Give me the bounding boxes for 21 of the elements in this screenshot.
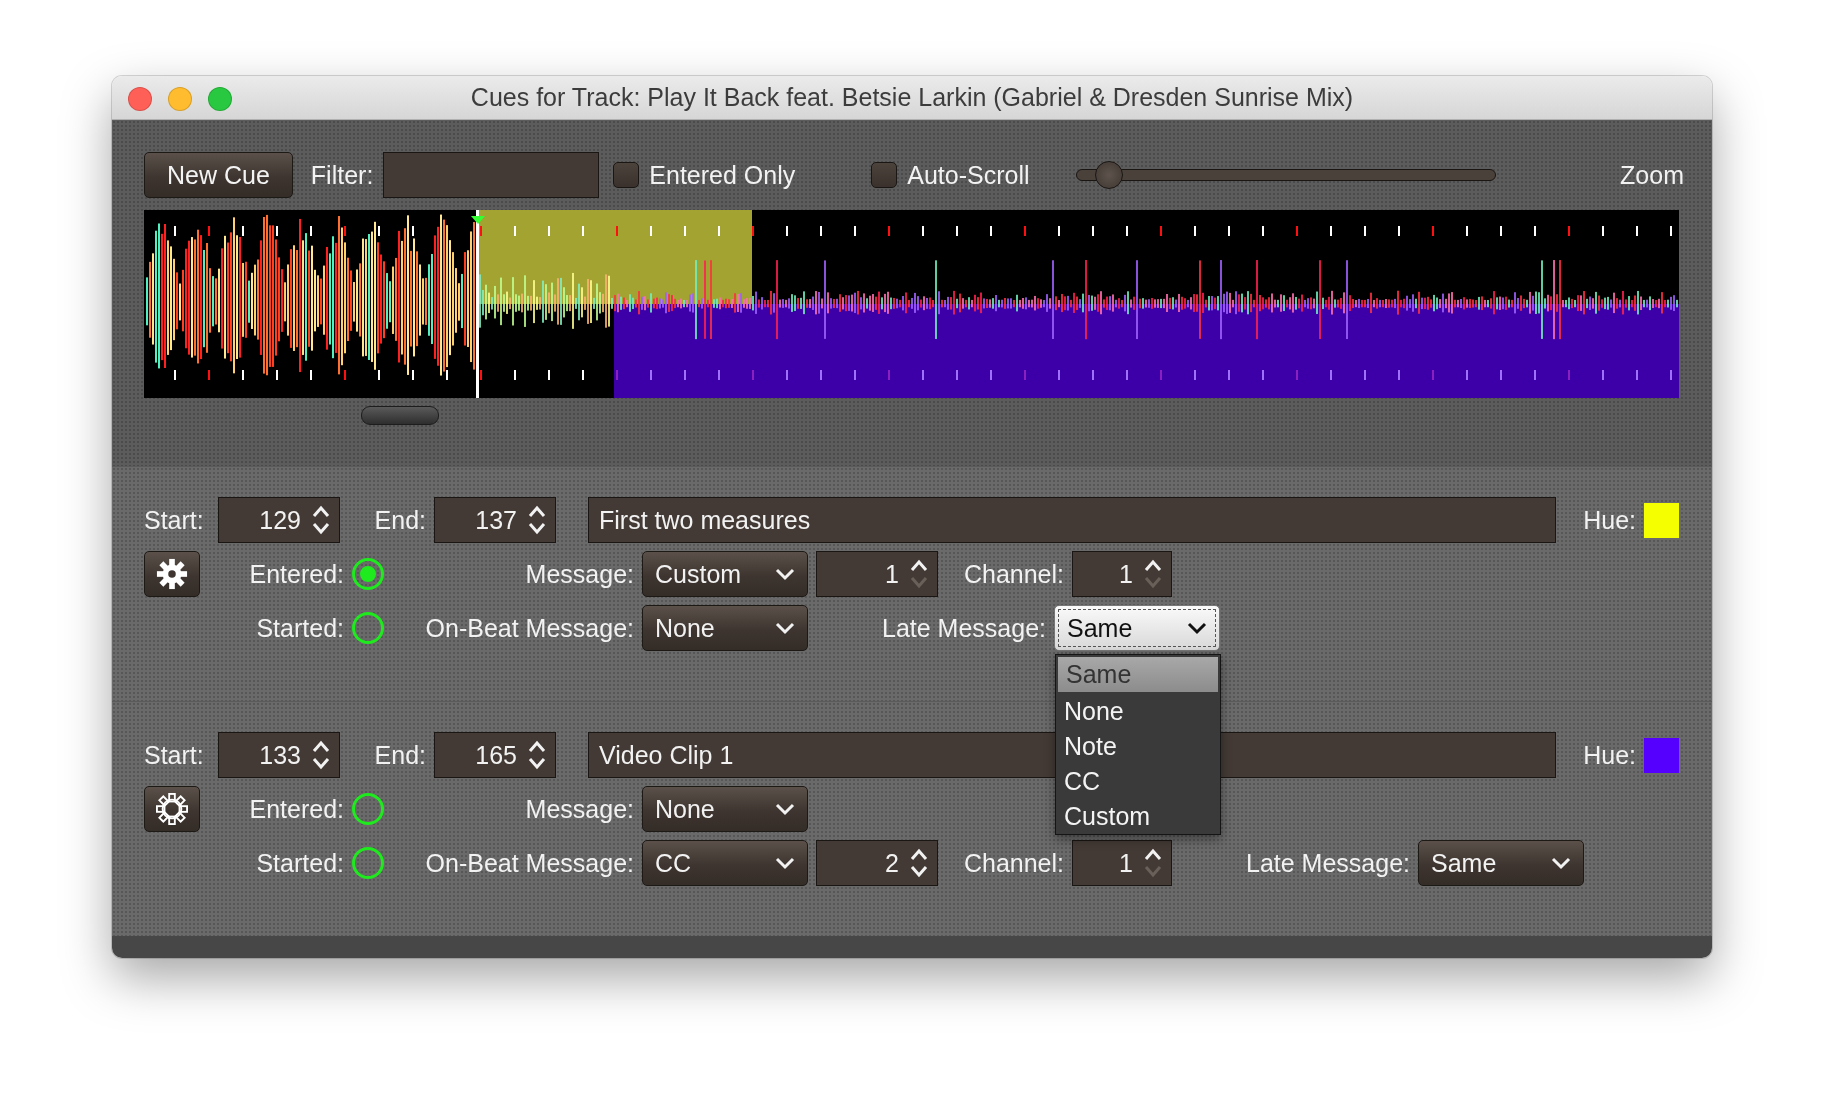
- on-beat-message-label: On-Beat Message:: [424, 848, 634, 878]
- filter-label: Filter:: [310, 160, 374, 190]
- end-label: End:: [373, 740, 426, 770]
- started-label: Started:: [255, 613, 344, 643]
- on-beat-message-label: On-Beat Message:: [424, 613, 634, 643]
- entered-label: Entered:: [248, 794, 344, 824]
- channel-label: Channel:: [962, 848, 1064, 878]
- zoom-label: Zoom: [1620, 160, 1684, 190]
- channel-label: Channel:: [962, 559, 1064, 589]
- entered-label: Entered:: [248, 559, 344, 589]
- start-label: Start:: [144, 505, 205, 535]
- hue-label: Hue:: [1582, 505, 1636, 535]
- message-label: Message:: [524, 794, 634, 824]
- message-label: Message:: [524, 559, 634, 589]
- late-message-label: Late Message:: [881, 613, 1046, 643]
- hue-label: Hue:: [1582, 740, 1636, 770]
- start-label: Start:: [144, 740, 205, 770]
- started-label: Started:: [255, 848, 344, 878]
- late-message-label: Late Message:: [1245, 848, 1410, 878]
- end-label: End:: [373, 505, 426, 535]
- window-title: Cues for Track: Play It Back feat. Betsie Larkin (Gabriel & Dresden Sunrise Mix): [470, 83, 1354, 112]
